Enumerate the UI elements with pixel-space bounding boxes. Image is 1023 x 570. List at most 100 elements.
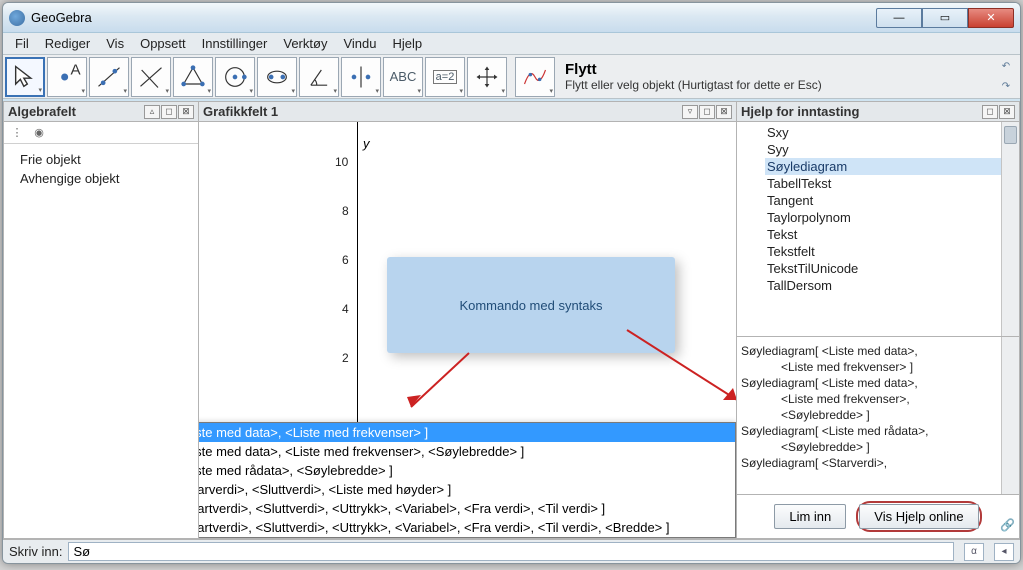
- tool-polygon[interactable]: ▾: [173, 57, 213, 97]
- menu-vis[interactable]: Vis: [98, 33, 132, 54]
- tool-reflect[interactable]: ▾: [341, 57, 381, 97]
- svg-text:A: A: [71, 63, 82, 79]
- tool-text[interactable]: ABC▾: [383, 57, 423, 97]
- tool-perpendicular[interactable]: ▾: [131, 57, 171, 97]
- syntax-line: Søylediagram[ <Liste med rådata>,: [741, 423, 1015, 439]
- autocomplete-item[interactable]: Søylediagram[ <Startverdi>, <Sluttverdi>…: [199, 518, 735, 537]
- arrow-icon: [399, 347, 479, 417]
- algebra-item[interactable]: Frie objekt: [20, 150, 182, 169]
- toolbar: ▾ A▾ ▾ ▾ ▾ ▾ ▾ ▾ ▾ ABC▾ a=2▾ ▾ ▾ Flytt F…: [3, 55, 1020, 99]
- syntax-line: Søylediagram[ <Starverdi>,: [741, 455, 1015, 471]
- menu-innstillinger[interactable]: Innstillinger: [194, 33, 276, 54]
- syntax-line: Søylediagram[ <Liste med data>,: [741, 375, 1015, 391]
- syntax-line: <Liste med frekvenser>,: [741, 391, 1015, 407]
- autocomplete-item[interactable]: Søylediagram[ <Startverdi>, <Sluttverdi>…: [199, 499, 735, 518]
- panel-window-icon[interactable]: ◻: [699, 105, 715, 119]
- tool-title: Flytt: [565, 61, 822, 78]
- paste-button[interactable]: Lim inn: [774, 504, 846, 529]
- undo-button[interactable]: ↶: [996, 58, 1016, 76]
- panel-close-icon[interactable]: ⊠: [716, 105, 732, 119]
- tool-slider[interactable]: a=2▾: [425, 57, 465, 97]
- menu-hjelp[interactable]: Hjelp: [384, 33, 430, 54]
- autocomplete-item[interactable]: Søylediagram[ <Liste med data>, <Liste m…: [199, 442, 735, 461]
- tree-mode-icon[interactable]: ⋮: [10, 126, 24, 140]
- symbol-picker-button[interactable]: α: [964, 543, 984, 561]
- y-tick: 8: [342, 204, 349, 218]
- autocomplete-item[interactable]: Søylediagram[ <Starverdi>, <Sluttverdi>,…: [199, 480, 735, 499]
- show-help-online-button[interactable]: Vis Hjelp online: [859, 504, 978, 529]
- tool-move-view[interactable]: ▾: [467, 57, 507, 97]
- toolbar-right: ↶ ↷: [996, 58, 1018, 96]
- help-list-item[interactable]: Sxy: [765, 124, 1019, 141]
- tool-angle[interactable]: ▾: [299, 57, 339, 97]
- panel-toggle-icon[interactable]: ▿: [682, 105, 698, 119]
- graphics-canvas[interactable]: y 10 8 6 4 2 Kommando med syntaks Søyled…: [199, 122, 736, 538]
- tool-circle[interactable]: ▾: [215, 57, 255, 97]
- graphics-title: Grafikkfelt 1: [203, 104, 278, 119]
- autocomplete-item[interactable]: Søylediagram[ <Liste med data>, <Liste m…: [199, 423, 735, 442]
- minimize-button[interactable]: —: [876, 8, 922, 28]
- menu-rediger[interactable]: Rediger: [37, 33, 99, 54]
- menu-verktoy[interactable]: Verktøy: [275, 33, 335, 54]
- syntax-line: <Søylebredde> ]: [741, 439, 1015, 455]
- scrollbar[interactable]: [1001, 337, 1019, 494]
- workarea: Algebrafelt ▵ ◻ ⊠ ⋮ ◉ Frie objekt Avheng…: [3, 101, 1020, 539]
- tool-line[interactable]: ▾: [89, 57, 129, 97]
- help-command-list: Sxy Syy Søylediagram TabellTekst Tangent…: [737, 122, 1019, 336]
- y-axis-label: y: [363, 136, 370, 151]
- panel-close-icon[interactable]: ⊠: [999, 105, 1015, 119]
- highlight-ring: Vis Hjelp online: [856, 501, 981, 532]
- panel-window-icon[interactable]: ◻: [161, 105, 177, 119]
- panel-close-icon[interactable]: ⊠: [178, 105, 194, 119]
- annotation-callout: Kommando med syntaks: [387, 257, 675, 353]
- syntax-line: Søylediagram[ <Liste med data>,: [741, 343, 1015, 359]
- tool-move[interactable]: ▾: [5, 57, 45, 97]
- algebra-title: Algebrafelt: [8, 104, 76, 119]
- annotation-text: Kommando med syntaks: [459, 298, 602, 313]
- y-tick: 2: [342, 351, 349, 365]
- help-list-item[interactable]: Tekst: [765, 226, 1019, 243]
- help-list-item[interactable]: Taylorpolynom: [765, 209, 1019, 226]
- help-syntax-box: Søylediagram[ <Liste med data>, <Liste m…: [737, 336, 1019, 494]
- algebra-item[interactable]: Avhengige objekt: [20, 169, 182, 188]
- redo-button[interactable]: ↷: [996, 78, 1016, 96]
- help-list-item[interactable]: Tangent: [765, 192, 1019, 209]
- autocomplete-item[interactable]: Søylediagram[ <Liste med rådata>, <Søyle…: [199, 461, 735, 480]
- tool-point[interactable]: A▾: [47, 57, 87, 97]
- help-link-icon[interactable]: 🔗: [1000, 518, 1015, 532]
- syntax-line: <Søylebredde> ]: [741, 407, 1015, 423]
- menu-vindu[interactable]: Vindu: [335, 33, 384, 54]
- help-list-item[interactable]: TallDersom: [765, 277, 1019, 294]
- menu-fil[interactable]: Fil: [7, 33, 37, 54]
- help-list-item[interactable]: Syy: [765, 141, 1019, 158]
- menu-oppsett[interactable]: Oppsett: [132, 33, 194, 54]
- aux-objects-icon[interactable]: ◉: [32, 126, 46, 140]
- help-list-item[interactable]: TekstTilUnicode: [765, 260, 1019, 277]
- history-button[interactable]: ◂: [994, 543, 1014, 561]
- close-button[interactable]: ✕: [968, 8, 1014, 28]
- scrollbar[interactable]: [1001, 122, 1019, 336]
- window-buttons: — ▭ ✕: [876, 8, 1014, 28]
- tool-ellipse[interactable]: ▾: [257, 57, 297, 97]
- maximize-button[interactable]: ▭: [922, 8, 968, 28]
- syntax-line: <Liste med frekvenser> ]: [741, 359, 1015, 375]
- app-icon: [9, 10, 25, 26]
- input-bar: Skriv inn: α ◂: [3, 539, 1020, 563]
- tool-function-inspector[interactable]: ▾: [515, 57, 555, 97]
- help-list-item[interactable]: Søylediagram: [765, 158, 1019, 175]
- algebra-body: Frie objekt Avhengige objekt: [4, 144, 198, 194]
- window-title: GeoGebra: [31, 10, 92, 25]
- autocomplete-popup: Søylediagram[ <Liste med data>, <Liste m…: [199, 422, 736, 538]
- algebra-toolbar: ⋮ ◉: [4, 122, 198, 144]
- help-list-item[interactable]: Tekstfelt: [765, 243, 1019, 260]
- help-title: Hjelp for inntasting: [741, 104, 859, 119]
- panel-window-icon[interactable]: ◻: [982, 105, 998, 119]
- panel-toggle-icon[interactable]: ▵: [144, 105, 160, 119]
- graphics-panel: Grafikkfelt 1 ▿ ◻ ⊠ y 10 8 6 4 2 Kommand…: [199, 101, 737, 539]
- y-tick: 10: [335, 155, 348, 169]
- command-input[interactable]: [68, 542, 954, 561]
- window-frame: GeoGebra — ▭ ✕ Fil Rediger Vis Oppsett I…: [2, 2, 1021, 564]
- scroll-thumb[interactable]: [1004, 126, 1017, 144]
- scroll-thumb[interactable]: [1002, 337, 1019, 367]
- help-list-item[interactable]: TabellTekst: [765, 175, 1019, 192]
